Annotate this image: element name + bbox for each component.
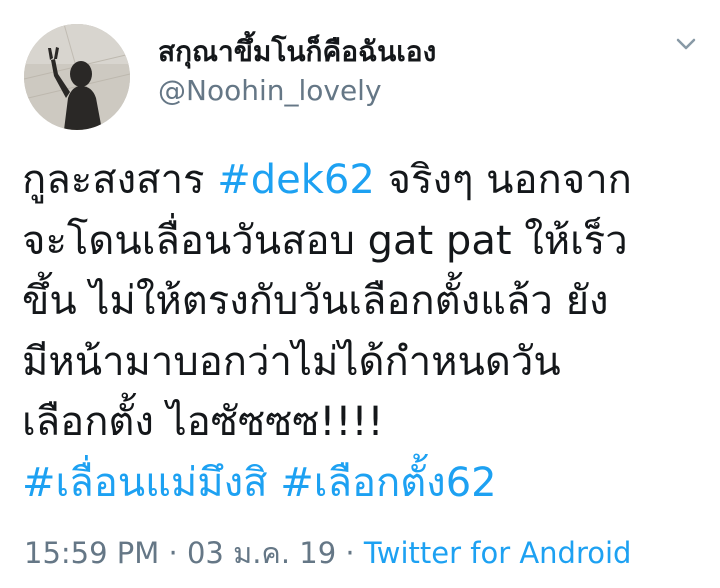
text-segment: จริงๆ นอกจาก — [374, 157, 632, 203]
tweet-time: 15:59 PM — [24, 536, 160, 570]
tweet-line-4: มีหน้ามาบอกว่าไม่ได้กำหนดวัน — [22, 338, 561, 385]
tweet-date: 03 ม.ค. 19 — [186, 536, 337, 570]
hashtag-postpone[interactable]: #เลื่อนแม่มึงสิ — [22, 460, 268, 506]
tweet-line-5: เลือกตั้ง ไอซัซซซ!!!! — [22, 399, 384, 445]
tweet-meta: 15:59 PM · 03 ม.ค. 19 · Twitter for Andr… — [24, 530, 631, 576]
meta-separator: · — [159, 536, 187, 570]
hashtag-dek62[interactable]: #dek62 — [217, 157, 375, 203]
text-segment: กูละสงสาร — [22, 157, 218, 203]
text-separator — [268, 460, 281, 506]
tweet-line-2: จะโดนเลื่อนวันสอบ gat pat ให้เร็ว — [22, 217, 628, 264]
avatar-image — [24, 24, 130, 130]
tweet-text: กูละสงสาร #dek62 จริงๆ นอกจาก จะโดนเลื่อ… — [22, 150, 702, 513]
tweet-source-link[interactable]: Twitter for Android — [364, 536, 632, 570]
meta-separator: · — [336, 536, 364, 570]
tweet-line-1: กูละสงสาร #dek62 จริงๆ นอกจาก — [22, 150, 702, 211]
display-name[interactable]: สกุณาขึ้มโนก็คือฉันเอง — [158, 30, 436, 74]
tweet-header: สกุณาขึ้มโนก็คือฉันเอง @Noohin_lovely — [0, 0, 720, 140]
tweet-line-3: ขึ้น ไม่ให้ตรงกับวันเลือกตั้งแล้ว ยัง — [22, 278, 609, 324]
user-handle[interactable]: @Noohin_lovely — [158, 74, 382, 107]
chevron-down-icon[interactable] — [672, 34, 700, 54]
tweet-line-6: #เลื่อนแม่มึงสิ #เลือกตั้ง62 — [22, 453, 702, 514]
hashtag-election62[interactable]: #เลือกตั้ง62 — [280, 460, 496, 506]
avatar[interactable] — [24, 24, 130, 130]
